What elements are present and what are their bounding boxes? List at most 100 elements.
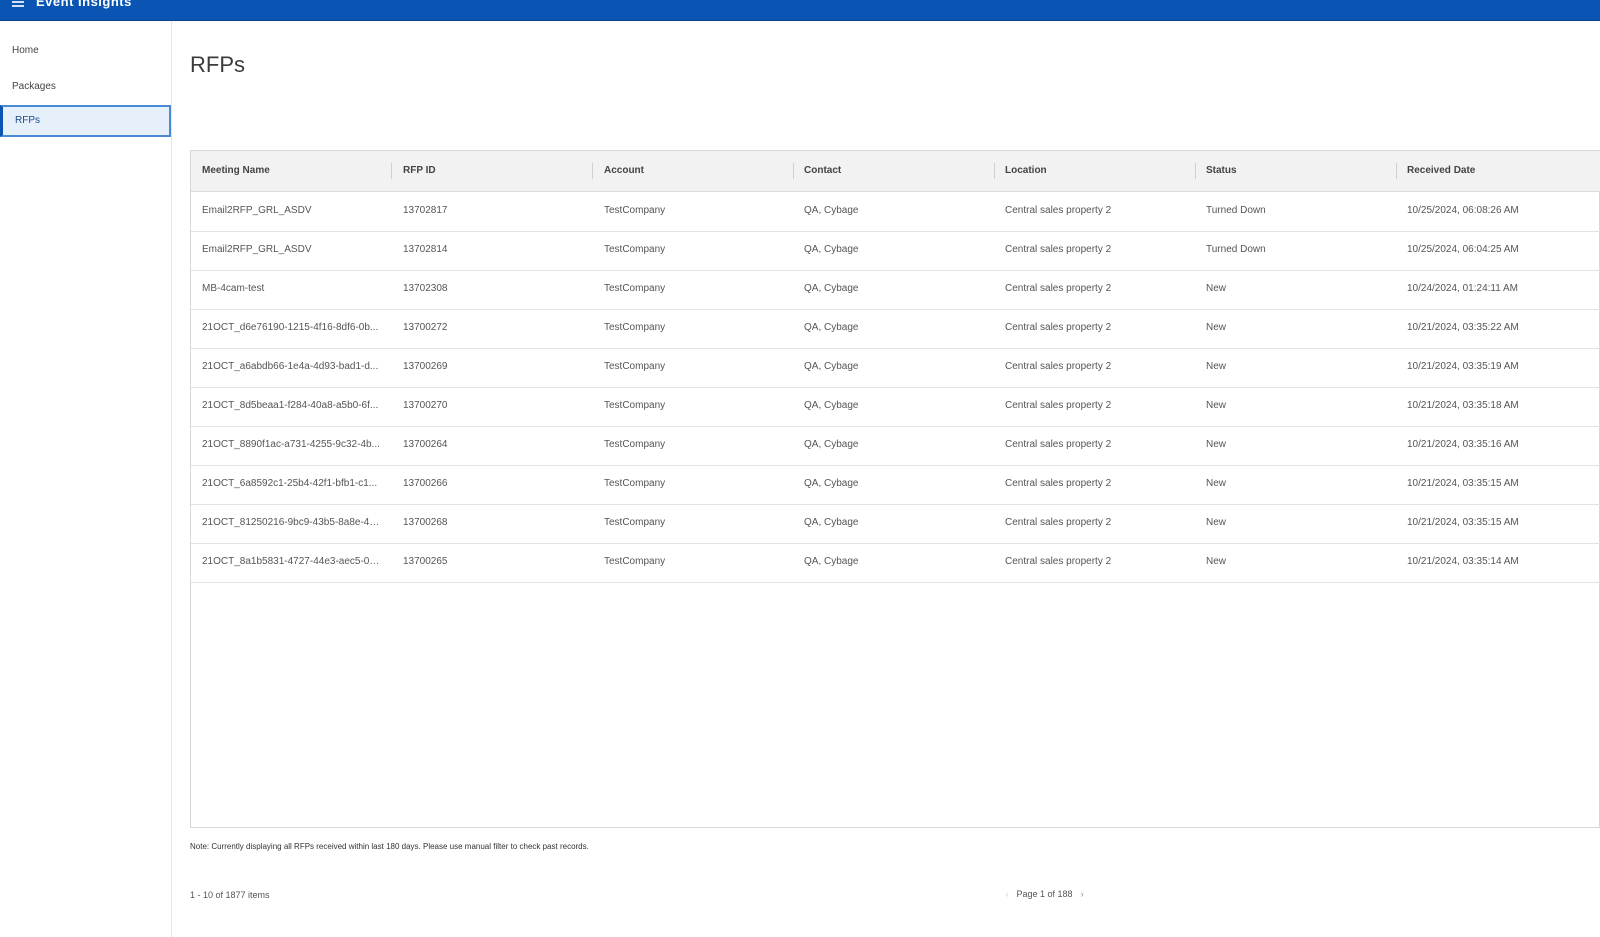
table-row[interactable]: 21OCT_81250216-9bc9-43b5-8a8e-48... 1370… xyxy=(191,504,1600,544)
chevron-right-icon[interactable]: › xyxy=(1075,884,1089,904)
grid-header: Meeting Name RFP ID Account Contact Loca… xyxy=(191,151,1600,192)
cell-received-date: 10/21/2024, 03:35:18 AM xyxy=(1407,400,1519,411)
cell-status: New xyxy=(1206,556,1227,567)
sidebar-item-rfps[interactable]: RFPs xyxy=(0,105,171,137)
column-header-rfp-id[interactable]: RFP ID xyxy=(403,151,583,191)
cell-rfp-id: 13702308 xyxy=(403,283,448,294)
sidebar-item-packages[interactable]: Packages xyxy=(0,71,171,103)
cell-contact: QA, Cybage xyxy=(804,361,859,372)
page-info: Page 1 of 188 xyxy=(1016,889,1073,899)
cell-meeting-name: 21OCT_6a8592c1-25b4-42f1-bfb1-c1... xyxy=(202,478,378,489)
cell-account: TestCompany xyxy=(604,439,666,450)
cell-contact: QA, Cybage xyxy=(804,205,859,216)
cell-rfp-id: 13700265 xyxy=(403,556,448,567)
cell-received-date: 10/21/2024, 03:35:19 AM xyxy=(1407,361,1519,372)
cell-rfp-id: 13700270 xyxy=(403,400,448,411)
rfp-grid: Meeting Name RFP ID Account Contact Loca… xyxy=(190,150,1600,828)
cell-account: TestCompany xyxy=(604,361,666,372)
cell-status: New xyxy=(1206,361,1227,372)
cell-status: New xyxy=(1206,517,1227,528)
cell-meeting-name: 21OCT_a6abdb66-1e4a-4d93-bad1-d... xyxy=(202,361,379,372)
table-row[interactable]: 21OCT_a6abdb66-1e4a-4d93-bad1-d... 13700… xyxy=(191,348,1600,388)
table-row[interactable]: 21OCT_8d5beaa1-f284-40a8-a5b0-6f... 1370… xyxy=(191,387,1600,427)
table-row[interactable]: 21OCT_8890f1ac-a731-4255-9c32-4b... 1370… xyxy=(191,426,1600,466)
cell-meeting-name: 21OCT_8890f1ac-a731-4255-9c32-4b... xyxy=(202,439,380,450)
cell-meeting-name: Email2RFP_GRL_ASDV xyxy=(202,205,312,216)
column-header-location[interactable]: Location xyxy=(1005,151,1185,191)
cell-status: New xyxy=(1206,400,1227,411)
table-row[interactable]: MB-4cam-test 13702308 TestCompany QA, Cy… xyxy=(191,270,1600,310)
cell-status: Turned Down xyxy=(1206,244,1266,255)
table-row[interactable]: 21OCT_6a8592c1-25b4-42f1-bfb1-c1... 1370… xyxy=(191,465,1600,505)
cell-account: TestCompany xyxy=(604,478,666,489)
records-note: Note: Currently displaying all RFPs rece… xyxy=(190,842,589,851)
top-app-bar: Event Insights xyxy=(0,0,1600,21)
table-row[interactable]: Email2RFP_GRL_ASDV 13702814 TestCompany … xyxy=(191,231,1600,271)
cell-account: TestCompany xyxy=(604,556,666,567)
chevron-left-icon[interactable]: ‹ xyxy=(1000,884,1014,904)
cell-contact: QA, Cybage xyxy=(804,517,859,528)
table-row[interactable]: Email2RFP_GRL_ASDV 13702817 TestCompany … xyxy=(191,192,1600,232)
cell-account: TestCompany xyxy=(604,517,666,528)
table-row[interactable]: 21OCT_d6e76190-1215-4f16-8df6-0b... 1370… xyxy=(191,309,1600,349)
cell-contact: QA, Cybage xyxy=(804,439,859,450)
cell-account: TestCompany xyxy=(604,322,666,333)
cell-rfp-id: 13700272 xyxy=(403,322,448,333)
cell-status: New xyxy=(1206,478,1227,489)
cell-meeting-name: 21OCT_d6e76190-1215-4f16-8df6-0b... xyxy=(202,322,379,333)
cell-status: Turned Down xyxy=(1206,205,1266,216)
cell-location: Central sales property 2 xyxy=(1005,478,1112,489)
column-separator[interactable] xyxy=(391,163,392,179)
sidebar-item-home[interactable]: Home xyxy=(0,35,171,67)
page-title: RFPs xyxy=(190,52,245,77)
cell-contact: QA, Cybage xyxy=(804,556,859,567)
cell-received-date: 10/25/2024, 06:08:26 AM xyxy=(1407,205,1519,216)
column-header-account[interactable]: Account xyxy=(604,151,784,191)
cell-contact: QA, Cybage xyxy=(804,322,859,333)
cell-rfp-id: 13700264 xyxy=(403,439,448,450)
cell-location: Central sales property 2 xyxy=(1005,556,1112,567)
column-header-status[interactable]: Status xyxy=(1206,151,1386,191)
hamburger-menu-icon[interactable] xyxy=(12,0,24,7)
cell-rfp-id: 13702817 xyxy=(403,205,448,216)
cell-contact: QA, Cybage xyxy=(804,478,859,489)
cell-received-date: 10/21/2024, 03:35:14 AM xyxy=(1407,556,1519,567)
cell-contact: QA, Cybage xyxy=(804,244,859,255)
cell-account: TestCompany xyxy=(604,205,666,216)
cell-meeting-name: Email2RFP_GRL_ASDV xyxy=(202,244,312,255)
column-separator[interactable] xyxy=(592,163,593,179)
cell-account: TestCompany xyxy=(604,400,666,411)
cell-account: TestCompany xyxy=(604,244,666,255)
cell-rfp-id: 13700266 xyxy=(403,478,448,489)
sidebar: Home Packages RFPs xyxy=(0,21,172,937)
cell-location: Central sales property 2 xyxy=(1005,439,1112,450)
column-separator[interactable] xyxy=(793,163,794,179)
app-title: Event Insights xyxy=(36,0,132,9)
column-header-meeting-name[interactable]: Meeting Name xyxy=(202,151,382,191)
column-header-received-date[interactable]: Received Date xyxy=(1407,151,1587,191)
cell-account: TestCompany xyxy=(604,283,666,294)
cell-meeting-name: MB-4cam-test xyxy=(202,283,265,294)
cell-location: Central sales property 2 xyxy=(1005,322,1112,333)
cell-status: New xyxy=(1206,322,1227,333)
cell-contact: QA, Cybage xyxy=(804,283,859,294)
column-separator[interactable] xyxy=(994,163,995,179)
items-count: 1 - 10 of 1877 items xyxy=(190,890,270,900)
cell-rfp-id: 13702814 xyxy=(403,244,448,255)
cell-received-date: 10/21/2024, 03:35:15 AM xyxy=(1407,478,1519,489)
column-separator[interactable] xyxy=(1396,163,1397,179)
cell-received-date: 10/21/2024, 03:35:22 AM xyxy=(1407,322,1519,333)
table-row[interactable]: 21OCT_8a1b5831-4727-44e3-aec5-07... 1370… xyxy=(191,543,1600,583)
cell-rfp-id: 13700269 xyxy=(403,361,448,372)
cell-rfp-id: 13700268 xyxy=(403,517,448,528)
cell-contact: QA, Cybage xyxy=(804,400,859,411)
cell-meeting-name: 21OCT_8d5beaa1-f284-40a8-a5b0-6f... xyxy=(202,400,379,411)
column-header-contact[interactable]: Contact xyxy=(804,151,984,191)
cell-received-date: 10/21/2024, 03:35:15 AM xyxy=(1407,517,1519,528)
cell-location: Central sales property 2 xyxy=(1005,244,1112,255)
cell-meeting-name: 21OCT_8a1b5831-4727-44e3-aec5-07... xyxy=(202,556,382,567)
cell-status: New xyxy=(1206,283,1227,294)
column-separator[interactable] xyxy=(1195,163,1196,179)
cell-status: New xyxy=(1206,439,1227,450)
cell-location: Central sales property 2 xyxy=(1005,517,1112,528)
